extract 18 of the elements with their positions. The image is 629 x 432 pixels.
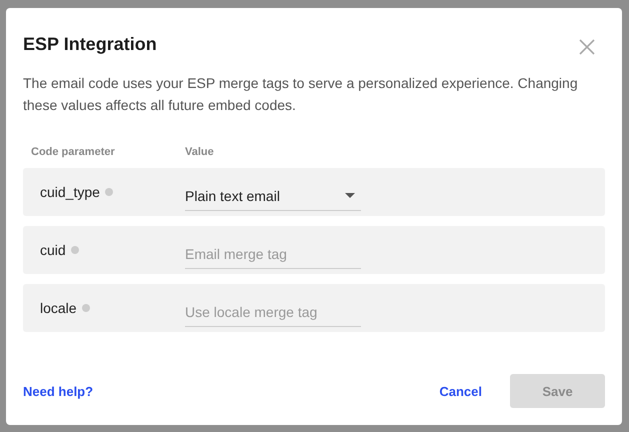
description-text: The email code uses your ESP merge tags to serve a personalized experience. Changing these values affects all future embed codes.: [23, 74, 579, 115]
dialog-title: ESP Integration: [23, 34, 157, 55]
help-link[interactable]: Need help?: [23, 384, 94, 398]
caret-icon: [345, 193, 355, 198]
dropdown-field[interactable]: Plain text email: [185, 181, 361, 211]
close-icon: [579, 38, 595, 54]
close-button[interactable]: [579, 38, 595, 54]
input-field[interactable]: Email merge tag: [185, 239, 361, 269]
column-header: Value: [185, 146, 214, 158]
input-field[interactable]: Use locale merge tag: [185, 297, 361, 327]
parameter-name: cuid_type: [40, 184, 100, 200]
column-header: Code parameter: [31, 146, 116, 158]
help-icon: [82, 304, 90, 312]
parameter-name: cuid: [40, 242, 66, 258]
help-icon: [104, 188, 113, 196]
parameter-name: locale: [40, 300, 77, 316]
help-icon: [70, 246, 79, 254]
cancel-button[interactable]: Cancel: [439, 384, 482, 398]
